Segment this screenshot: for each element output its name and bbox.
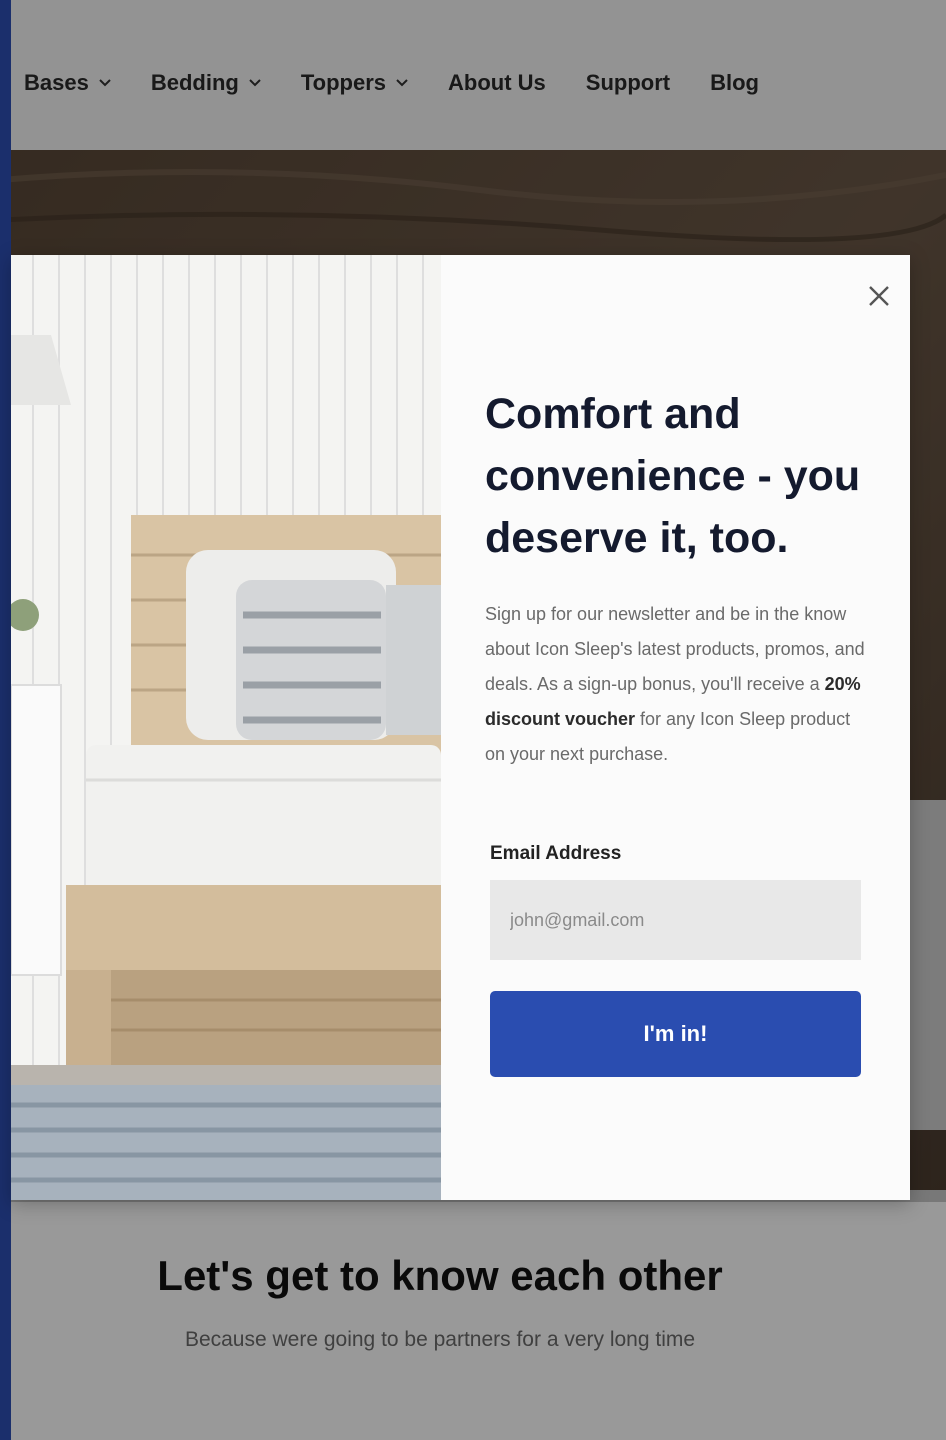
modal-content: Comfort and convenience - you deserve it… xyxy=(441,255,910,1200)
bedroom-image xyxy=(11,255,441,1200)
modal-description-text: Sign up for our newsletter and be in the… xyxy=(485,604,865,694)
close-button[interactable] xyxy=(862,279,896,313)
modal-description: Sign up for our newsletter and be in the… xyxy=(485,597,870,772)
email-input[interactable] xyxy=(490,880,861,960)
signup-submit-button[interactable]: I'm in! xyxy=(490,991,861,1077)
email-label: Email Address xyxy=(490,843,622,864)
newsletter-modal: Comfort and convenience - you deserve it… xyxy=(11,255,910,1200)
modal-title: Comfort and convenience - you deserve it… xyxy=(485,390,861,562)
close-icon xyxy=(869,286,889,306)
